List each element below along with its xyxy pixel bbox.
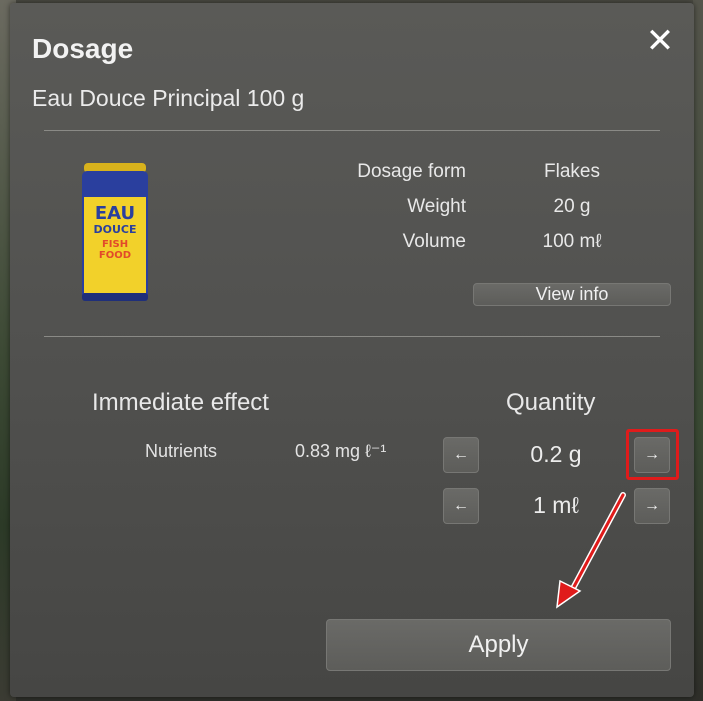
pointer-arrow	[556, 492, 626, 609]
background-right	[693, 0, 703, 701]
apply-button[interactable]: Apply	[326, 619, 671, 671]
dosage-dialog: Dosage Eau Douce Principal 100 g ✕ EAU D…	[10, 3, 694, 697]
